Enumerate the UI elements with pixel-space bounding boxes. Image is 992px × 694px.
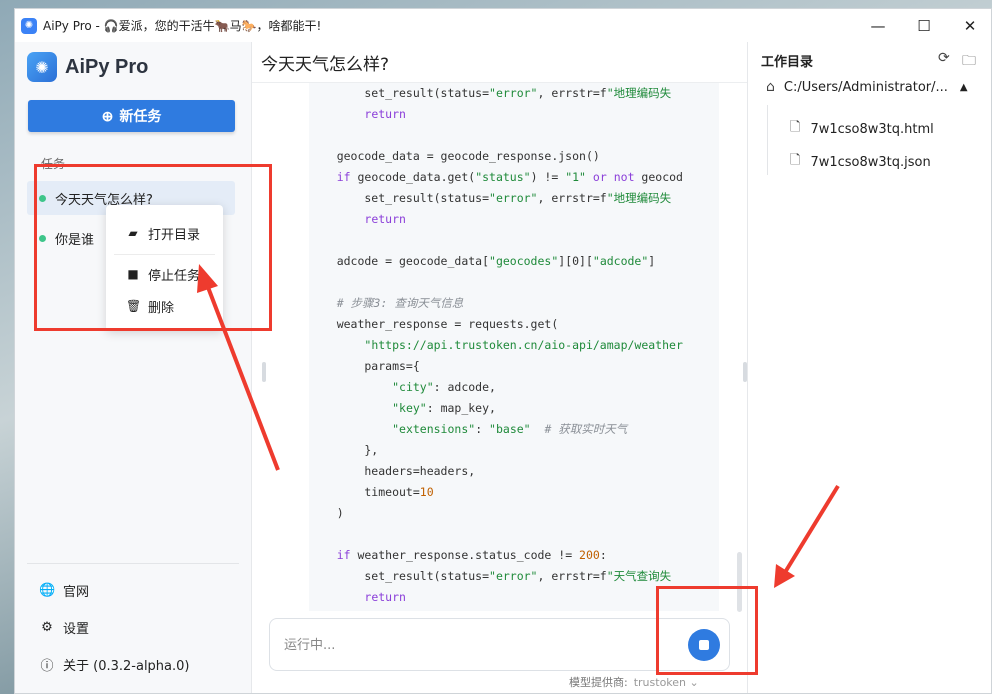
window-title: AiPy Pro - 🎧爱派，您的干活牛🐂马🐎，啥都能干! [43,19,322,33]
code-line: "extensions": "base" # 获取实时天气 [392,422,628,436]
code-line: if geocode_data.get("status") != "1" or … [336,170,683,184]
file-icon: 🗋 [790,120,801,135]
file-item-json[interactable]: 🗋 7w1cso8w3tq.json [790,151,931,173]
file-name: 7w1cso8w3tq.json [810,154,931,170]
settings-label: 设置 [63,622,90,637]
code-line: "key": map_key, [392,401,496,415]
code-block[interactable]: set_result(status="error", errstr=f"地理编码… [309,83,719,611]
app-icon: ✺ [21,17,37,34]
code-line: weather_response = requests.get( [309,317,559,331]
work-directory-title: 工作目录 [761,55,814,70]
left-resize-handle[interactable] [262,362,266,382]
file-icon: 🗋 [790,153,801,168]
app-name: AiPy Pro [65,55,149,78]
code-line: set_result(status="error", errstr=f"地理编码… [309,191,672,205]
directory-path: C:/Users/Administrator/... [783,79,948,95]
code-line: params={ [309,359,420,373]
code-content: set_result(status="error", errstr=f"地理编码… [309,83,683,608]
code-line: ) [309,506,344,520]
gear-icon: ⚙ [41,620,53,635]
about-link[interactable]: ⓘ 关于 (0.3.2-alpha.0) [39,655,189,674]
refresh-icon[interactable]: ⟳ [938,50,950,66]
code-line: return [364,590,406,604]
code-line: timeout=10 [309,485,434,499]
code-line: set_result(status="error", errstr=f"地理编码… [309,86,672,100]
directory-root[interactable]: ⌂ C:/Users/Administrator/... ▲ [766,79,988,95]
annotation-box-context-menu [34,164,272,331]
maximize-button[interactable]: ☐ [901,9,947,42]
provider-selector[interactable]: 模型提供商: trustoken ⌄ [569,674,699,690]
code-line: return [364,107,406,121]
code-line: # 步骤3: 查询天气信息 [336,296,464,310]
code-line: return [364,212,406,226]
code-line: if weather_response.status_code != 200: [336,548,607,562]
window-controls: — ☐ ✕ [855,9,991,42]
file-name: 7w1cso8w3tq.html [810,121,934,137]
code-line: geocode_data = geocode_response.json() [309,149,600,163]
settings-link[interactable]: ⚙ 设置 [39,618,89,637]
about-label: 关于 (0.3.2-alpha.0) [63,659,190,674]
code-line: "city": adcode, [392,380,496,394]
code-line: set_result(status="error", errstr=f"天气查询… [309,569,672,583]
new-task-label: 新任务 [119,108,162,124]
annotation-box-stop-button [656,586,758,675]
code-line: adcode = geocode_data["geocodes"][0]["ad… [309,254,656,268]
code-line: "https://api.trustoken.cn/aio-api/amap/w… [364,338,683,352]
home-icon: ⌂ [766,79,775,95]
code-line: }, [309,443,379,457]
close-button[interactable]: ✕ [947,9,991,42]
logo: ✺ AiPy Pro [27,52,148,82]
minimize-button[interactable]: — [855,9,901,42]
sidebar-divider [27,563,239,564]
file-item-html[interactable]: 🗋 7w1cso8w3tq.html [790,118,934,140]
code-line: headers=headers, [309,464,476,478]
work-directory-panel: 工作目录 ⟳ 🗀 ⌂ C:/Users/Administrator/... ▲ … [747,42,991,693]
info-icon: ⓘ [40,659,54,674]
octopus-logo-icon: ✺ [27,52,57,82]
globe-icon: 🌐 [39,583,56,598]
website-label: 官网 [63,585,90,600]
folder-icon[interactable]: 🗀 [962,50,976,74]
provider-value: trustoken ⌄ [633,676,699,689]
page-title: 今天天气怎么样? [261,55,390,75]
app-window: ✺ AiPy Pro - 🎧爱派，您的干活牛🐂马🐎，啥都能干! — ☐ ✕ ✺ … [14,8,992,694]
message-input[interactable] [284,634,664,656]
caret-up-icon: ▲ [959,81,968,93]
title-bar[interactable]: ✺ AiPy Pro - 🎧爱派，您的干活牛🐂马🐎，啥都能干! — ☐ ✕ [15,9,991,42]
sidebar: ✺ AiPy Pro ⊕ 新任务 任务 今天天气怎么样? 你是谁 ▰ 打开目录 … [15,42,252,693]
website-link[interactable]: 🌐 官网 [39,581,89,600]
new-task-icon: ⊕ [101,107,114,124]
provider-label: 模型提供商: [569,676,628,689]
tree-line [767,105,768,175]
new-task-button[interactable]: ⊕ 新任务 [28,100,235,132]
